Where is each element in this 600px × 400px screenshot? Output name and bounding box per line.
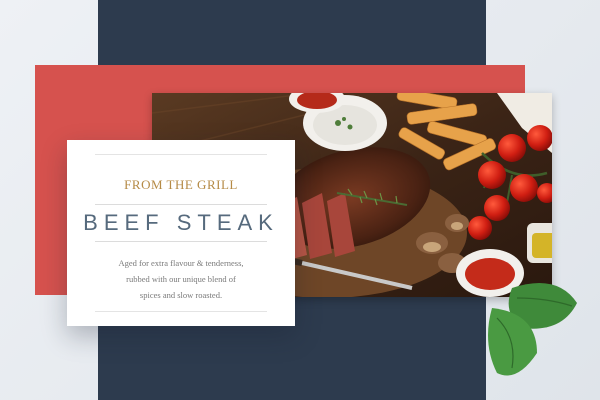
title-divider-top (95, 204, 267, 205)
card-eyebrow: FROM THE GRILL (124, 177, 238, 192)
card-title: BEEF STEAK (83, 210, 279, 235)
card-top-rule (95, 154, 267, 155)
basil-leaf-decoration (482, 268, 582, 388)
card-bottom-rule (95, 311, 267, 312)
menu-item-card: FROM THE GRILL BEEF STEAK Aged for extra… (67, 140, 295, 326)
description-line: Aged for extra flavour & tenderness, (118, 258, 244, 268)
title-divider-bottom (95, 241, 267, 242)
card-description: Aged for extra flavour & tenderness, rub… (91, 255, 271, 303)
description-line: spices and slow roasted. (139, 290, 223, 300)
description-line: rubbed with our unique blend of (126, 274, 236, 284)
